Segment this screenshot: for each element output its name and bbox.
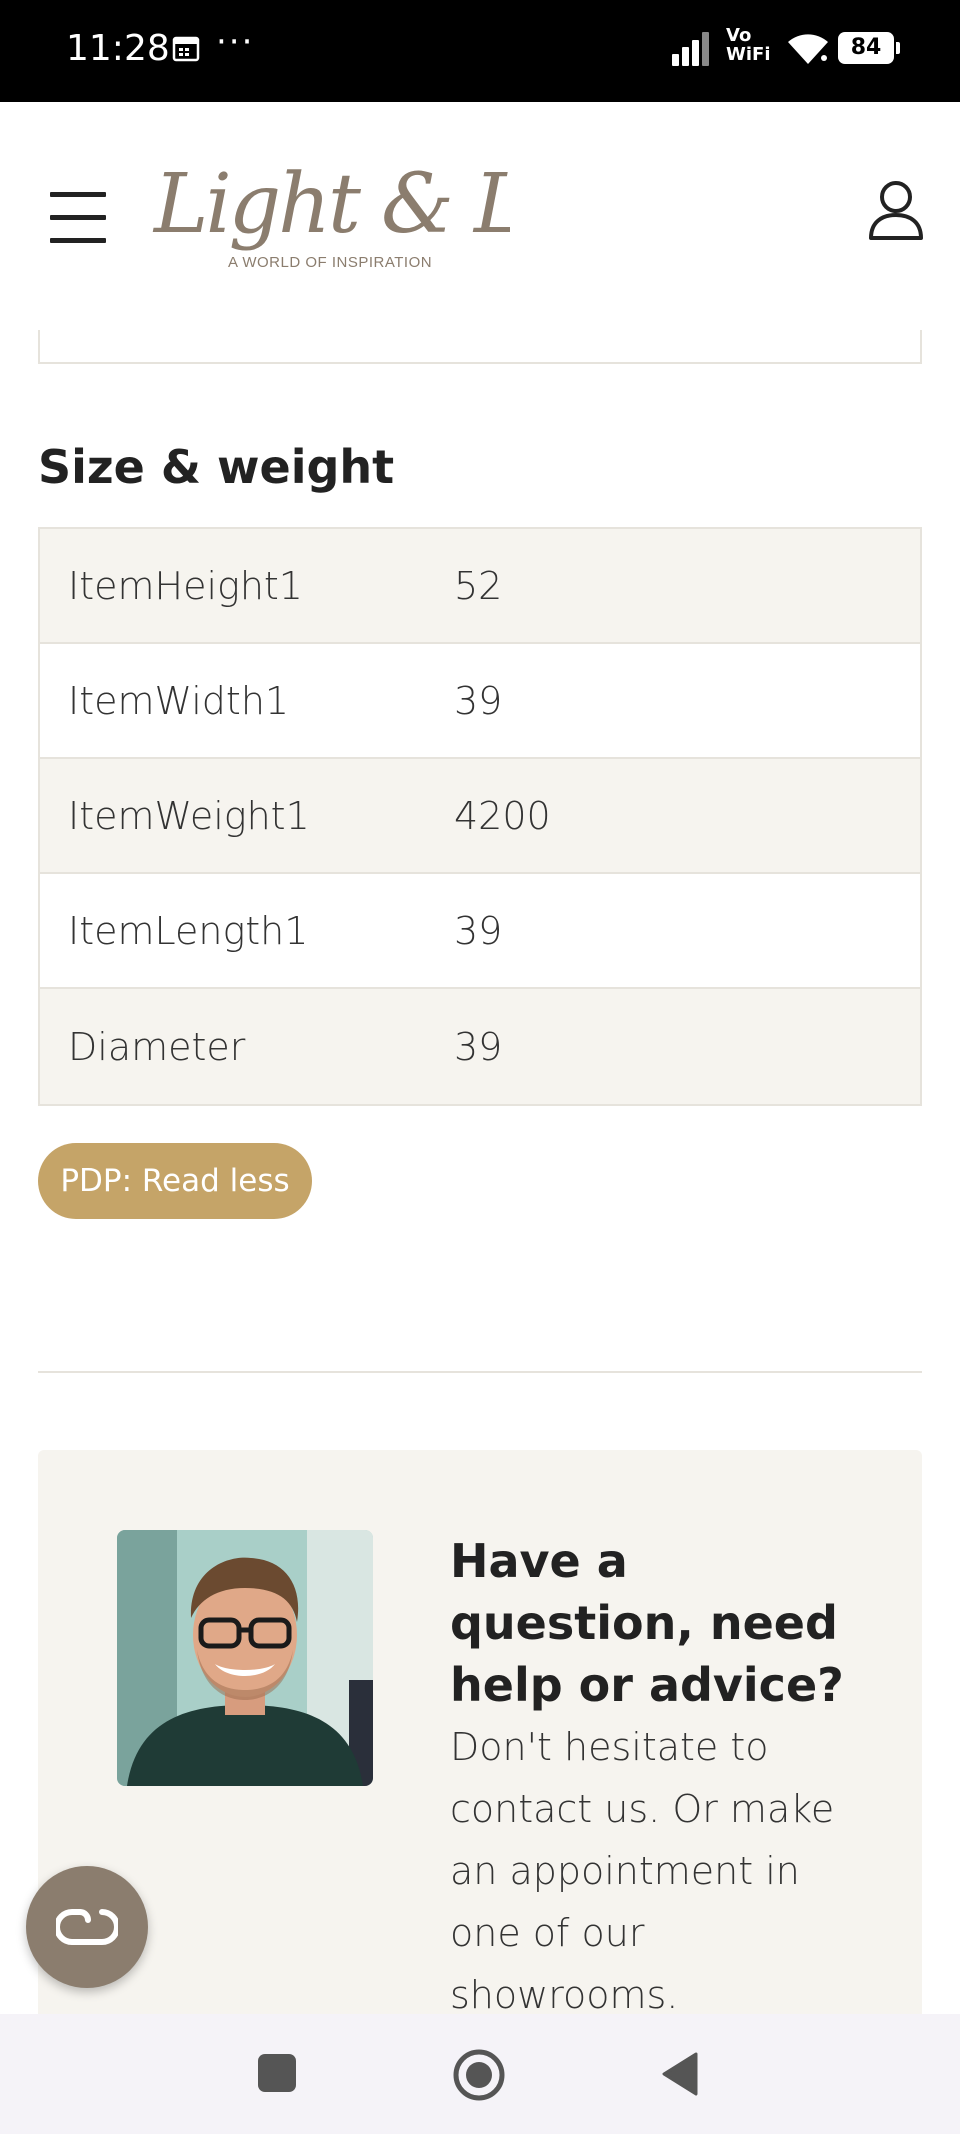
spec-key: ItemWeight1 <box>68 793 310 838</box>
battery-indicator: 84 <box>838 32 900 64</box>
site-header: Light & Living A WORLD OF INSPIRATION <box>0 102 960 330</box>
help-title: Have a question, need help or advice? <box>450 1534 844 1712</box>
table-row: ItemHeight1 52 <box>40 529 920 644</box>
help-text: Don't hesitate to contact us. Or make an… <box>450 1725 835 2017</box>
calendar-icon <box>172 34 200 66</box>
chat-button[interactable] <box>26 1866 148 1988</box>
more-notifications-icon: ··· <box>216 22 255 62</box>
spec-value: 52 <box>454 563 503 608</box>
recent-apps-icon[interactable] <box>258 2054 296 2092</box>
vowifi-bottom-label: WiFi <box>726 44 771 65</box>
table-row: Diameter 39 <box>40 989 920 1104</box>
brand-logo[interactable]: Light & Living A WORLD OF INSPIRATION <box>150 132 718 302</box>
vowifi-indicator: Vo WiFi <box>726 26 771 64</box>
advisor-photo <box>117 1530 373 1786</box>
logo-script-text: Light & Living <box>152 157 510 252</box>
wifi-icon <box>786 32 830 70</box>
vowifi-top-label: Vo <box>726 25 752 46</box>
system-navigation-bar <box>0 2014 960 2134</box>
chat-link-icon <box>56 1909 118 1945</box>
table-row: ItemWeight1 4200 <box>40 759 920 874</box>
spec-key: ItemHeight1 <box>68 563 303 608</box>
spec-key: Diameter <box>68 1024 246 1069</box>
table-row: ItemWidth1 39 <box>40 644 920 759</box>
spec-value: 39 <box>454 678 503 723</box>
signal-icon <box>672 32 712 70</box>
table-row: ItemLength1 39 <box>40 874 920 989</box>
hamburger-menu-icon[interactable] <box>50 192 106 243</box>
spec-key: ItemWidth1 <box>68 678 290 723</box>
help-contact-card: Have a question, need help or advice? Do… <box>38 1450 922 2070</box>
spec-value: 4200 <box>454 793 551 838</box>
logo-tagline: A WORLD OF INSPIRATION <box>228 254 432 271</box>
spec-value: 39 <box>454 908 503 953</box>
home-icon[interactable] <box>452 2048 506 2106</box>
spec-key: ItemLength1 <box>68 908 309 953</box>
spec-value: 39 <box>454 1024 503 1069</box>
previous-section-box <box>38 330 922 364</box>
spec-table: ItemHeight1 52 ItemWidth1 39 ItemWeight1… <box>38 527 922 1106</box>
section-divider <box>38 1371 922 1373</box>
status-time: 11:28 <box>66 28 170 69</box>
read-less-button[interactable]: PDP: Read less <box>38 1143 312 1219</box>
status-bar: 11:28 ··· Vo WiFi 84 <box>0 0 960 102</box>
user-account-icon[interactable] <box>868 180 924 246</box>
spec-section-title: Size & weight <box>38 440 395 494</box>
back-icon[interactable] <box>660 2052 700 2100</box>
